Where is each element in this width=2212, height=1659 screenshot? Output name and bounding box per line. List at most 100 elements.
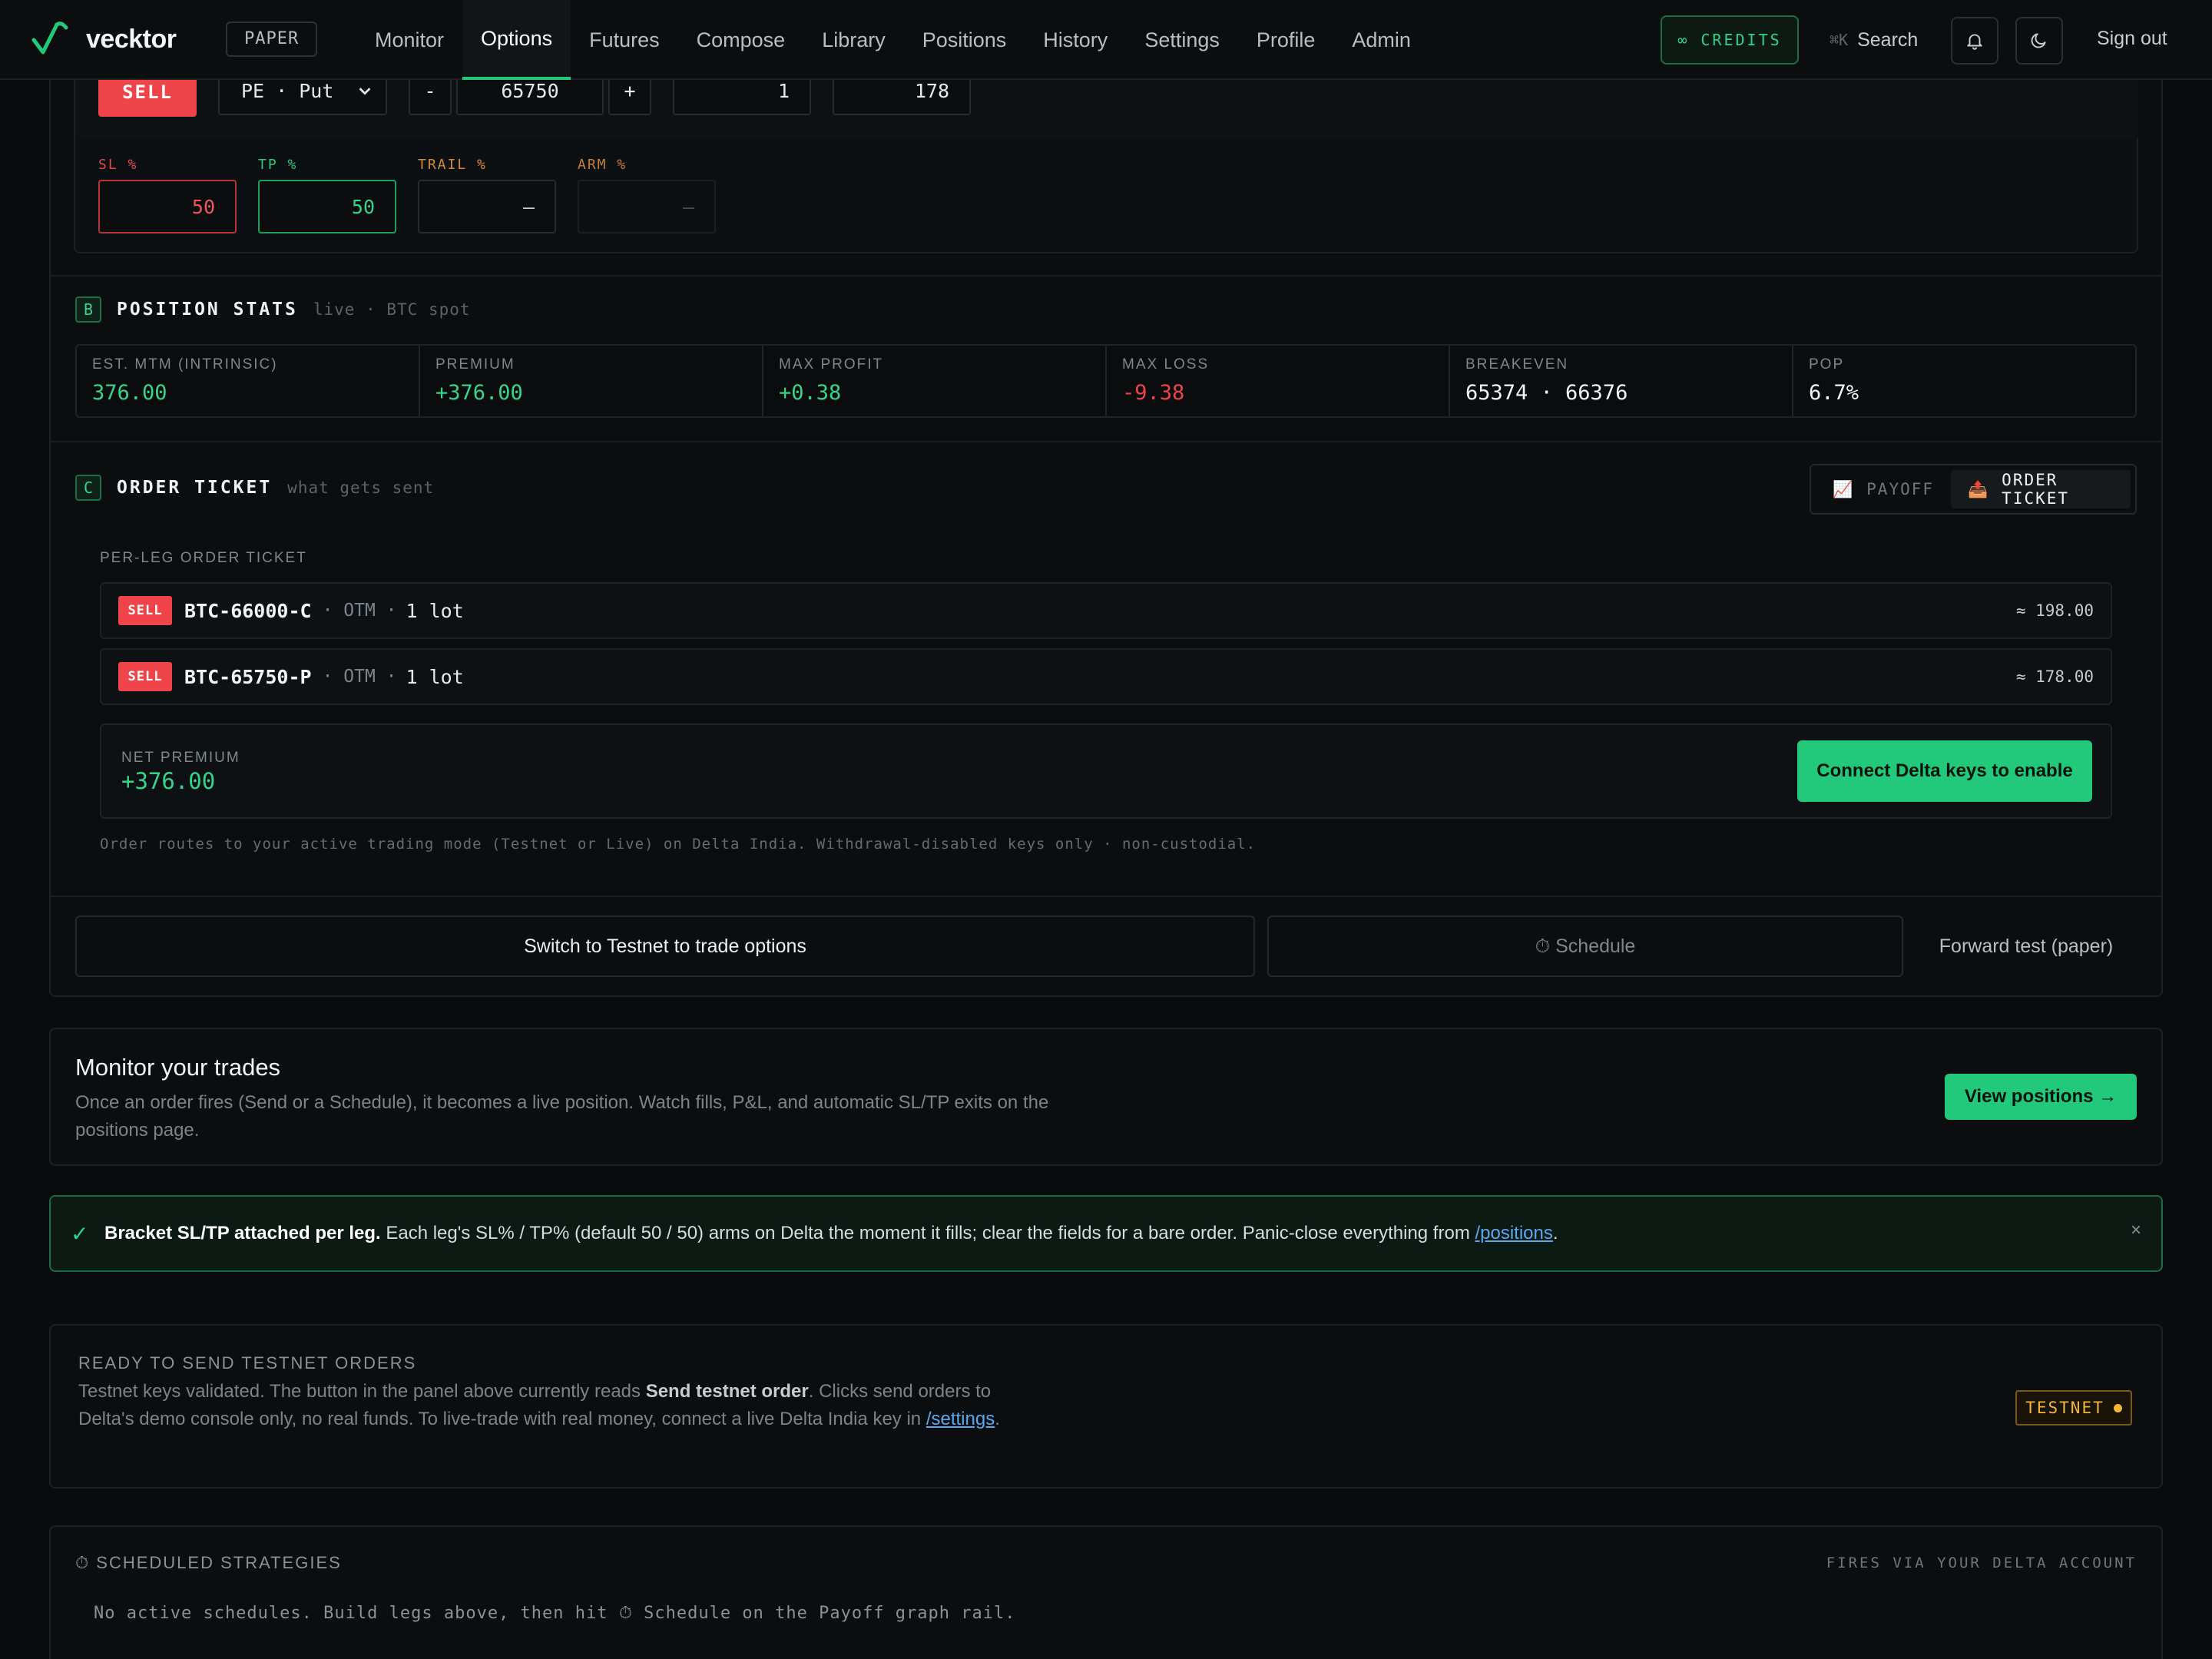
banner-body: Each leg's SL% / TP% (default 50 / 50) a… <box>380 1223 1475 1243</box>
stat-label: PREMIUM <box>435 356 515 373</box>
nav-tab-admin[interactable]: Admin <box>1333 0 1429 80</box>
search-label: Search <box>1857 28 1919 51</box>
position-stats-header: B POSITION STATS live · BTC spot <box>75 296 471 323</box>
stat-value: +376.00 <box>435 381 523 405</box>
testnet-title: READY TO SEND TESTNET ORDERS <box>78 1353 417 1373</box>
bell-icon <box>1967 34 1982 50</box>
stat-label: POP <box>1809 356 1845 373</box>
scheduled-title: ⏱ SCHEDULED STRATEGIES <box>75 1553 342 1572</box>
bracket-banner: ✓ Bracket SL/TP attached per leg. Each l… <box>49 1195 2163 1272</box>
stat-label: MAX PROFIT <box>779 356 884 373</box>
close-icon[interactable]: × <box>2131 1220 2141 1241</box>
nav-tab-profile[interactable]: Profile <box>1238 0 1334 80</box>
monitor-card: Monitor your trades Once an order fires … <box>49 1028 2163 1166</box>
theme-toggle-button[interactable] <box>2015 17 2063 65</box>
nav-tab-monitor[interactable]: Monitor <box>356 0 462 80</box>
section-subtitle: live · BTC spot <box>313 300 471 319</box>
schedule-button[interactable]: ⏱ Schedule <box>1267 916 1903 977</box>
nav-tab-options[interactable]: Options <box>462 0 571 80</box>
divider <box>51 275 2161 276</box>
switch-to-testnet-button[interactable]: Switch to Testnet to trade options <box>75 916 1255 977</box>
banner-bold: Bracket SL/TP attached per leg. <box>104 1223 381 1243</box>
credits-button[interactable]: ∞ CREDITS <box>1661 15 1799 65</box>
view-positions-button[interactable]: View positions → <box>1945 1074 2137 1120</box>
scheduled-strategies-card: ⏱ SCHEDULED STRATEGIES FIRES VIA YOUR DE… <box>49 1525 2163 1659</box>
monitor-description: Once an order fires (Send or a Schedule)… <box>75 1092 1049 1141</box>
nav-tab-futures[interactable]: Futures <box>571 0 678 80</box>
route-note: Order routes to your active trading mode… <box>100 836 1257 853</box>
testnet-badge: TESTNET <box>2015 1390 2132 1426</box>
search-button[interactable]: ⌘K Search <box>1830 23 1918 57</box>
testnet-status-card: READY TO SEND TESTNET ORDERS Testnet key… <box>49 1324 2163 1488</box>
app-name: vecktor <box>86 24 177 54</box>
net-premium-value: +376.00 <box>121 768 216 794</box>
net-premium-label: NET PREMIUM <box>121 750 240 766</box>
section-subtitle: what gets sent <box>287 478 435 497</box>
testnet-desc-bold: Send testnet order <box>645 1381 809 1402</box>
scheduled-note: FIRES VIA YOUR DELTA ACCOUNT <box>1826 1555 2137 1571</box>
leg-symbol: BTC-65750-P <box>184 665 312 688</box>
connect-delta-keys-button[interactable]: Connect Delta keys to enable <box>1797 740 2092 802</box>
nav-tab-positions[interactable]: Positions <box>904 0 1025 80</box>
chevron-down-icon <box>359 88 371 95</box>
order-leg-row: SELL BTC-65750-P · OTM · 1 lot ≈ 178.00 <box>100 648 2112 705</box>
nav-tab-compose[interactable]: Compose <box>678 0 804 80</box>
trail-label: TRAIL % <box>418 157 487 173</box>
banner-end: . <box>1552 1223 1558 1243</box>
stat-max-profit: MAX PROFIT +0.38 <box>763 346 1107 416</box>
net-premium-box: NET PREMIUM +376.00 Connect Delta keys t… <box>100 724 2112 819</box>
toggle-ticket-label: ORDER TICKET <box>2002 471 2070 508</box>
toggle-payoff[interactable]: 📈 PAYOFF <box>1816 470 1951 508</box>
toggle-order-ticket[interactable]: 📤 ORDER TICKET <box>1951 470 2131 508</box>
section-title: POSITION STATS <box>117 300 298 320</box>
toggle-payoff-label: PAYOFF <box>1866 480 1935 498</box>
stat-value: +0.38 <box>779 381 842 405</box>
order-leg-row: SELL BTC-66000-C · OTM · 1 lot ≈ 198.00 <box>100 582 2112 639</box>
stat-est-mtm: EST. MTM (INTRINSIC) 376.00 <box>77 346 420 416</box>
sl-percent-input[interactable]: 50 <box>98 180 237 233</box>
sl-label: SL % <box>98 157 138 173</box>
positions-link[interactable]: /positions <box>1475 1223 1552 1243</box>
leg-lots: 1 lot <box>406 665 464 688</box>
per-leg-label: PER-LEG ORDER TICKET <box>100 550 307 566</box>
testnet-badge-label: TESTNET <box>2025 1399 2104 1417</box>
banner-text: Bracket SL/TP attached per leg. Each leg… <box>104 1223 1558 1244</box>
outbox-icon: 📤 <box>1968 479 1990 498</box>
check-icon: ✓ <box>71 1222 89 1246</box>
stat-breakeven: BREAKEVEN 65374 · 66376 <box>1450 346 1793 416</box>
stat-label: EST. MTM (INTRINSIC) <box>92 356 278 373</box>
divider <box>51 896 2161 897</box>
forward-test-button[interactable]: Forward test (paper) <box>1916 916 2137 977</box>
stat-label: MAX LOSS <box>1122 356 1210 373</box>
stat-value: 6.7% <box>1809 381 1859 405</box>
view-toggle: 📈 PAYOFF 📤 ORDER TICKET <box>1810 464 2137 515</box>
leg-lots: 1 lot <box>406 599 464 622</box>
nav-tab-settings[interactable]: Settings <box>1126 0 1238 80</box>
tp-percent-input[interactable]: 50 <box>258 180 396 233</box>
leg-premium: ≈ 178.00 <box>2015 667 2094 686</box>
leg-moneyness: · OTM · <box>322 601 397 621</box>
mode-badge: PAPER <box>226 22 318 57</box>
trail-percent-input[interactable]: — <box>418 180 556 233</box>
chart-icon: 📈 <box>1833 479 1855 498</box>
section-title: ORDER TICKET <box>117 478 273 498</box>
leg-symbol: BTC-66000-C <box>184 599 312 622</box>
position-stats: EST. MTM (INTRINSIC) 376.00 PREMIUM +376… <box>75 344 2137 418</box>
divider <box>51 441 2161 442</box>
logo[interactable]: vecktor <box>31 20 177 58</box>
settings-link[interactable]: /settings <box>926 1409 995 1429</box>
nav-tab-library[interactable]: Library <box>803 0 904 80</box>
nav-tabs: Monitor Options Futures Compose Library … <box>356 0 1429 80</box>
stat-value: -9.38 <box>1122 381 1185 405</box>
nav-tab-history[interactable]: History <box>1025 0 1126 80</box>
arm-percent-input[interactable]: — <box>578 180 716 233</box>
stat-premium: PREMIUM +376.00 <box>420 346 763 416</box>
testnet-desc-end: . <box>995 1409 1000 1429</box>
leg-moneyness: · OTM · <box>322 667 397 687</box>
leg-premium: ≈ 198.00 <box>2015 601 2094 620</box>
status-dot-icon <box>2113 1403 2122 1412</box>
sign-out-link[interactable]: Sign out <box>2097 28 2167 50</box>
leg-side-badge: SELL <box>118 662 172 691</box>
notifications-button[interactable] <box>1951 17 1998 65</box>
search-shortcut: ⌘K <box>1830 31 1849 49</box>
